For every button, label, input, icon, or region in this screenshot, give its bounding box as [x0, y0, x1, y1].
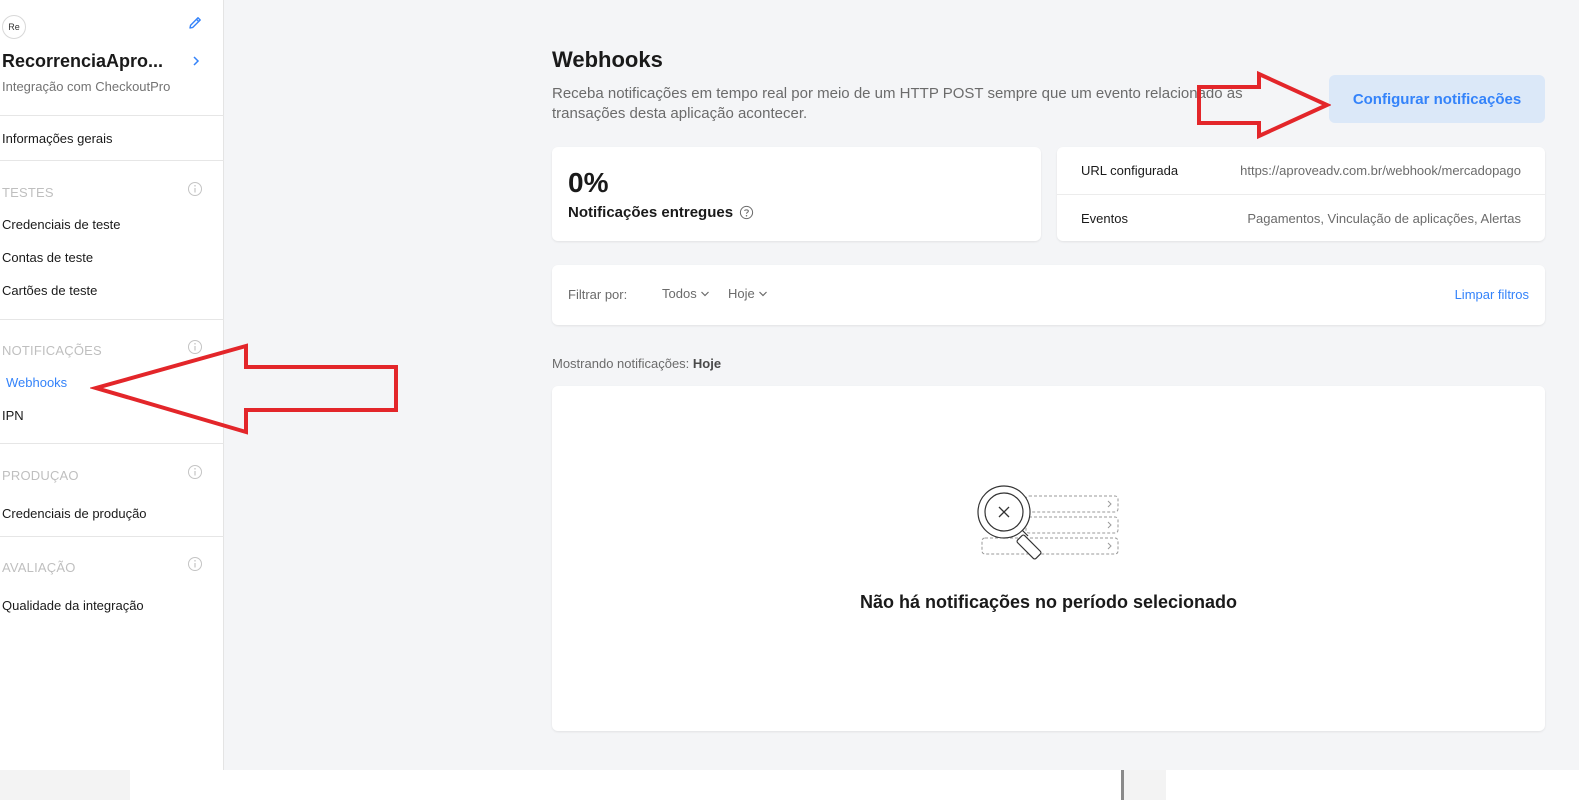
chevron-down-icon	[700, 291, 709, 296]
help-icon[interactable]	[739, 205, 754, 220]
events-label: Eventos	[1081, 211, 1128, 226]
type-filter-dropdown[interactable]: Todos	[662, 286, 710, 301]
section-title-evaluation: AVALIAÇÃO	[2, 560, 76, 575]
bottom-strip	[0, 770, 1579, 800]
divider	[0, 160, 224, 161]
webhook-config-card: URL configurada https://aproveadv.com.br…	[1057, 147, 1545, 241]
notifications-empty-state: Não há notificações no período seleciona…	[552, 386, 1545, 731]
bottom-strip-segment	[1124, 770, 1166, 800]
delivery-rate-label-text: Notificações entregues	[568, 204, 734, 221]
sidebar-item-test-cards[interactable]: Cartões de teste	[2, 283, 97, 298]
empty-state-message: Não há notificações no período seleciona…	[859, 592, 1238, 612]
app-name: RecorrenciaApro...	[2, 51, 164, 71]
info-icon[interactable]	[187, 464, 203, 480]
app-subtitle: Integração com CheckoutPro	[2, 79, 171, 94]
events-row: Eventos Pagamentos, Vinculação de aplica…	[1057, 195, 1545, 242]
page-title: Webhooks	[552, 47, 663, 72]
bottom-strip-segment	[0, 770, 130, 800]
page-description: Receba notificações em tempo real por me…	[552, 85, 1243, 122]
empty-search-illustration	[977, 485, 1119, 560]
filter-bar: Filtrar por: Todos Hoje Limpar filtros	[552, 265, 1545, 325]
delivery-rate-value: 0%	[568, 167, 609, 198]
section-title-tests: TESTES	[2, 185, 54, 200]
showing-label-text: Mostrando notificações:	[552, 356, 690, 371]
filter-label: Filtrar por:	[568, 287, 628, 302]
annotation-arrow-right-icon	[1197, 70, 1331, 140]
app-avatar: Re	[2, 15, 26, 39]
sidebar-item-production-credentials[interactable]: Credenciais de produção	[2, 506, 147, 521]
delivery-rate-label: Notificações entregues	[568, 204, 754, 221]
chevron-right-icon[interactable]	[190, 54, 202, 68]
divider	[0, 319, 224, 320]
section-title-notifications: NOTIFICAÇÕES	[2, 343, 102, 358]
sidebar-item-test-credentials[interactable]: Credenciais de teste	[2, 217, 121, 232]
annotation-arrow-left-icon	[90, 343, 398, 435]
divider	[0, 443, 224, 444]
showing-label: Mostrando notificações: Hoje	[552, 356, 721, 371]
sidebar-item-test-accounts[interactable]: Contas de teste	[2, 250, 93, 265]
showing-label-value: Hoje	[692, 356, 722, 371]
events-value: Pagamentos, Vinculação de aplicações, Al…	[1247, 211, 1521, 226]
delivery-rate-card: 0% Notificações entregues	[552, 147, 1041, 241]
sidebar-item-ipn[interactable]: IPN	[2, 408, 24, 423]
type-filter-value: Todos	[662, 286, 697, 301]
url-value: https://aproveadv.com.br/webhook/mercado…	[1240, 163, 1521, 178]
divider	[0, 536, 224, 537]
period-filter-dropdown[interactable]: Hoje	[728, 286, 768, 301]
pencil-icon[interactable]	[187, 15, 203, 31]
chevron-down-icon	[758, 291, 767, 296]
url-label: URL configurada	[1081, 163, 1179, 178]
divider	[0, 115, 224, 116]
clear-filters-link[interactable]: Limpar filtros	[1455, 287, 1529, 302]
url-row: URL configurada https://aproveadv.com.br…	[1057, 147, 1545, 194]
section-title-production: PRODUÇAO	[2, 468, 79, 483]
configure-notifications-button[interactable]: Configurar notificações	[1329, 75, 1545, 123]
sidebar-item-general-info[interactable]: Informações gerais	[2, 131, 113, 146]
period-filter-value: Hoje	[728, 286, 755, 301]
info-icon[interactable]	[187, 181, 203, 197]
info-icon[interactable]	[187, 556, 203, 572]
sidebar-item-webhooks[interactable]: Webhooks	[6, 375, 67, 390]
sidebar-item-integration-quality[interactable]: Qualidade da integração	[2, 598, 144, 613]
